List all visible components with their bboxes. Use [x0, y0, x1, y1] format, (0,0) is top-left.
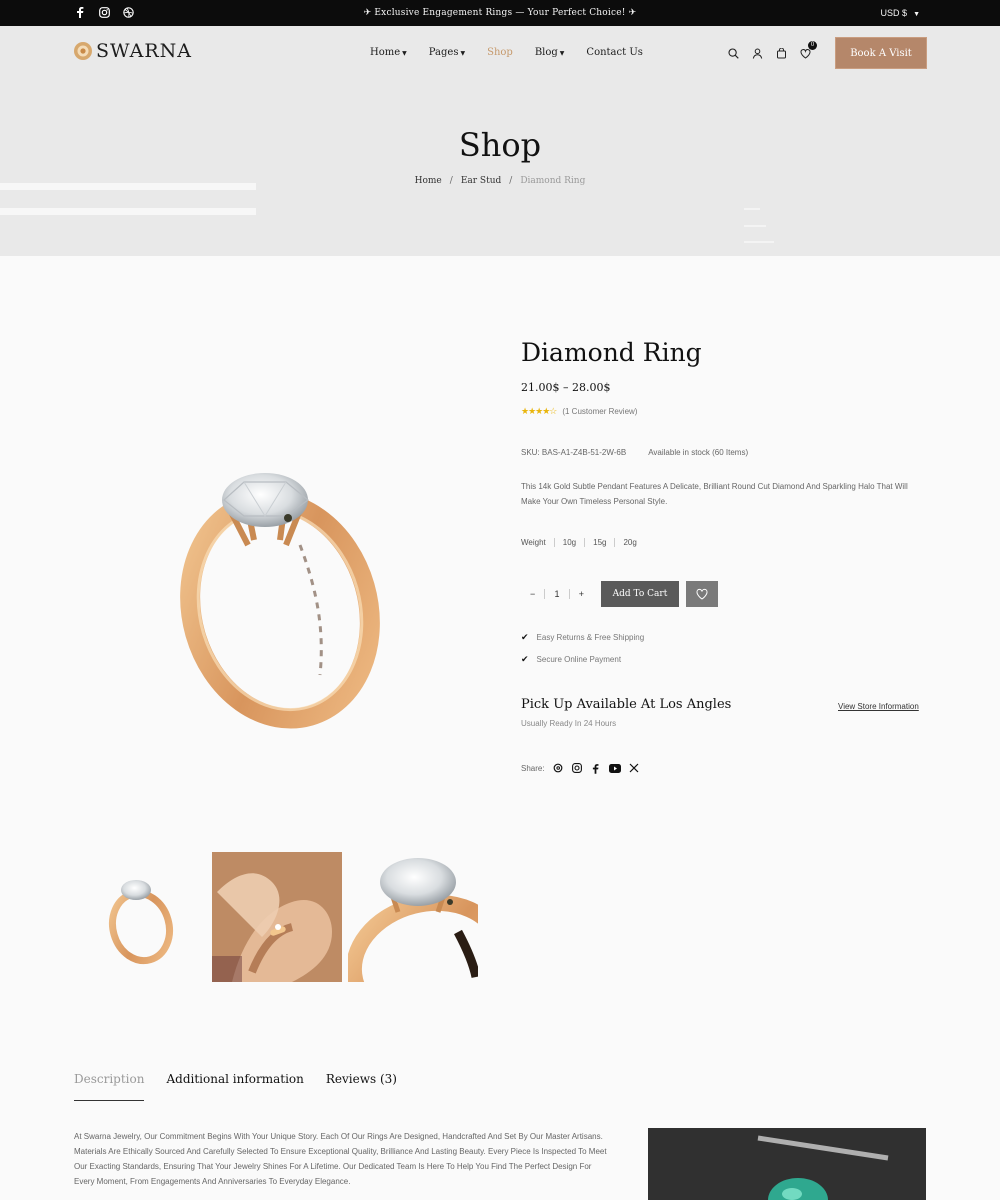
facebook-icon[interactable]	[590, 762, 602, 774]
page-hero: Shop Home / Ear Stud / Diamond Ring	[0, 82, 1000, 256]
heart-icon	[696, 588, 708, 600]
product-thumbnail[interactable]	[212, 852, 342, 982]
hero-decoration	[744, 208, 760, 210]
breadcrumb: Home / Ear Stud / Diamond Ring	[0, 176, 1000, 186]
currency-label: USD $	[880, 8, 908, 18]
store-info-link[interactable]: View Store Information	[838, 702, 919, 711]
chevron-down-icon: ▼	[402, 50, 407, 57]
reviews-link[interactable]: (1 Customer Review)	[562, 407, 637, 416]
product-rating: ★★★★☆ (1 Customer Review)	[521, 406, 637, 417]
quantity-stepper: − 1 +	[521, 582, 593, 606]
announcement-bar: ✈ Exclusive Engagement Rings — Your Perf…	[0, 0, 1000, 26]
weight-selector: Weight 10g 15g 20g	[521, 538, 645, 547]
page-title: Shop	[458, 126, 542, 164]
pickup-title: Pick Up Available At Los Angles	[521, 697, 732, 712]
nav-contact[interactable]: Contact Us	[586, 47, 642, 58]
qty-value-input[interactable]: 1	[544, 589, 570, 599]
search-icon[interactable]	[726, 46, 740, 60]
hero-decoration	[744, 241, 774, 243]
product-sku: SKU: BAS-A1-Z4B-51-2W-6B	[521, 448, 627, 457]
share-row: Share:	[521, 762, 640, 774]
nav-shop-label: Shop	[487, 47, 513, 58]
book-visit-button[interactable]: Book A Visit	[836, 38, 926, 68]
description-body: At Swarna Jewelry, Our Commitment Begins…	[74, 1132, 607, 1186]
breadcrumb-separator: /	[509, 176, 513, 186]
product-price: 21.00$ – 28.00$	[521, 381, 611, 394]
share-label: Share:	[521, 763, 545, 773]
weight-option[interactable]: 15g	[584, 538, 614, 547]
product-thumbnail[interactable]	[76, 852, 206, 982]
breadcrumb-separator: /	[449, 176, 453, 186]
product-main-image[interactable]	[160, 440, 400, 730]
chevron-down-icon: ▼	[913, 11, 920, 18]
wishlist-button[interactable]	[686, 581, 718, 607]
product-perks: ✔ Easy Returns & Free Shipping ✔ Secure On…	[521, 632, 644, 676]
nav-blog-label: Blog	[534, 47, 558, 58]
qty-decrease-button[interactable]: −	[521, 589, 544, 599]
nav-pages-label: Pages	[428, 47, 459, 58]
perk-item: ✔ Easy Returns & Free Shipping	[521, 632, 644, 643]
perk-label: Easy Returns & Free Shipping	[536, 633, 645, 642]
header-icons: 0	[726, 41, 817, 60]
chevron-down-icon: ▼	[460, 50, 466, 57]
weight-label: Weight	[521, 538, 546, 547]
breadcrumb-category[interactable]: Ear Stud	[461, 176, 501, 186]
star-rating-icon: ★★★★☆	[521, 406, 557, 416]
youtube-icon[interactable]	[608, 762, 621, 774]
nav-contact-label: Contact Us	[586, 47, 643, 58]
nav-home-label: Home	[370, 47, 401, 58]
site-header: SWARNA Home ▼ Pages ▼ Shop Blog ▼ Contact U…	[0, 26, 1000, 82]
cart-count-badge: 0	[808, 41, 817, 50]
nav-home[interactable]: Home ▼	[370, 47, 407, 58]
promo-text: ✈ Exclusive Engagement Rings — Your Perf…	[363, 8, 637, 18]
tab-additional-information[interactable]: Additional information	[166, 1072, 303, 1101]
hero-decoration	[744, 225, 766, 227]
main-nav: Home ▼ Pages ▼ Shop Blog ▼ Contact Us	[370, 47, 643, 58]
logo-mark-icon	[74, 42, 92, 60]
weight-option[interactable]: 20g	[614, 538, 644, 547]
hero-decoration	[0, 208, 256, 215]
product-tabs: Description Additional information Revie…	[74, 1072, 397, 1101]
perk-item: ✔ Secure Online Payment	[521, 654, 644, 665]
breadcrumb-home[interactable]: Home	[415, 176, 442, 186]
logo-text: SWARNA	[96, 40, 192, 62]
add-to-cart-button[interactable]: Add To Cart	[601, 581, 679, 607]
nav-shop[interactable]: Shop	[487, 47, 513, 58]
account-icon[interactable]	[750, 46, 764, 60]
nav-blog[interactable]: Blog ▼	[535, 47, 565, 58]
perk-label: Secure Online Payment	[536, 655, 622, 664]
description-image	[648, 1128, 926, 1200]
pickup-subtitle: Usually Ready In 24 Hours	[521, 719, 617, 728]
tab-reviews[interactable]: Reviews (3)	[326, 1072, 397, 1101]
product-short-description: This 14k Gold Subtle Pendant Features A …	[521, 482, 908, 506]
tab-description[interactable]: Description	[74, 1072, 145, 1101]
instagram-icon[interactable]	[571, 762, 583, 774]
product-thumbnail[interactable]	[348, 852, 478, 982]
threads-icon[interactable]	[552, 762, 564, 774]
stock-status: Available in stock (60 Items)	[648, 448, 749, 457]
nav-pages[interactable]: Pages ▼	[429, 47, 465, 58]
product-meta: SKU: BAS-A1-Z4B-51-2W-6B Available in st…	[521, 448, 748, 457]
breadcrumb-current: Diamond Ring	[520, 176, 586, 186]
check-icon: ✔	[521, 632, 529, 642]
cart-icon[interactable]: 0	[798, 41, 817, 60]
compare-icon[interactable]	[774, 46, 788, 60]
product-title: Diamond Ring	[521, 338, 702, 367]
logo[interactable]: SWARNA	[72, 40, 192, 62]
check-icon: ✔	[521, 654, 529, 664]
weight-option[interactable]: 10g	[553, 538, 584, 547]
qty-increase-button[interactable]: +	[570, 589, 593, 599]
x-icon[interactable]	[628, 762, 640, 774]
chevron-down-icon: ▼	[559, 50, 565, 57]
currency-selector[interactable]: USD $ ▼	[881, 8, 920, 18]
